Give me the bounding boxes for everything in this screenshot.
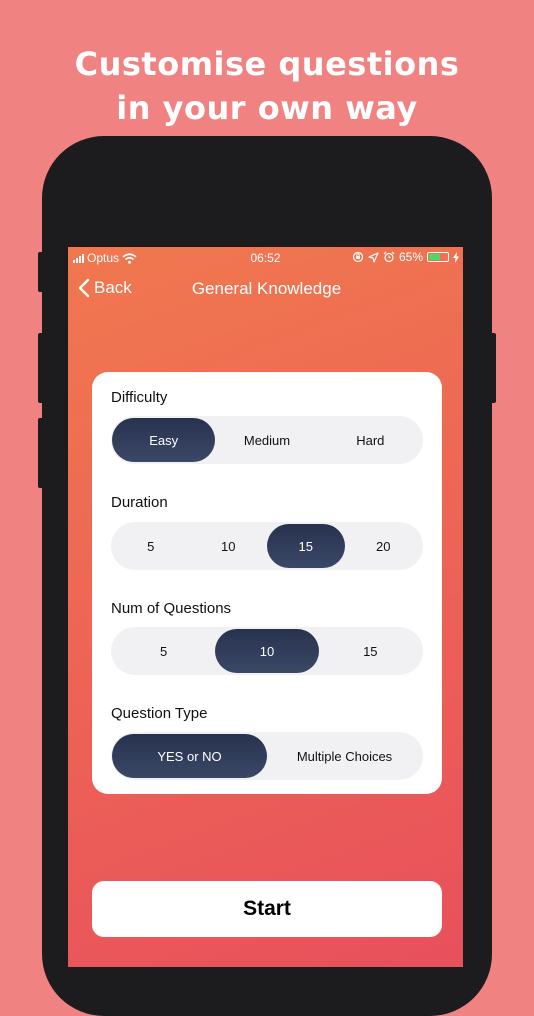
difficulty-label: Difficulty — [111, 389, 168, 406]
phone-power-button — [490, 333, 496, 403]
question-type-segmented-control: YES or NO Multiple Choices — [111, 732, 423, 780]
battery-icon — [427, 252, 449, 262]
phone-silent-switch — [38, 252, 44, 292]
duration-option-15[interactable]: 15 — [267, 524, 345, 568]
quiz-settings-card: Difficulty Easy Medium Hard Duration 5 1… — [92, 372, 442, 794]
battery-percent: 65% — [398, 250, 423, 264]
num-questions-segmented-control: 5 10 15 — [111, 627, 423, 675]
promo-headline-line1: Customise questions — [74, 45, 460, 83]
duration-option-10[interactable]: 10 — [190, 524, 268, 568]
num-questions-option-5[interactable]: 5 — [112, 629, 215, 673]
num-questions-label: Num of Questions — [111, 600, 232, 617]
status-bar: Optus 06:52 65% — [68, 247, 463, 269]
question-type-option-multiple-choices[interactable]: Multiple Choices — [267, 734, 422, 778]
question-type-label: Question Type — [111, 705, 208, 722]
question-type-option-yes-no[interactable]: YES or NO — [112, 734, 267, 778]
duration-segmented-control: 5 10 15 20 — [111, 522, 423, 570]
difficulty-option-hard[interactable]: Hard — [319, 418, 422, 462]
difficulty-option-medium[interactable]: Medium — [215, 418, 318, 462]
duration-option-5[interactable]: 5 — [112, 524, 190, 568]
status-right: 65% — [352, 250, 459, 264]
promo-headline-line2: in your own way — [116, 89, 418, 127]
alarm-clock-icon — [383, 251, 395, 263]
difficulty-segmented-control: Easy Medium Hard — [111, 416, 423, 464]
start-button[interactable]: Start — [92, 881, 442, 937]
page-title: General Knowledge — [191, 279, 342, 298]
phone-volume-down-button — [38, 418, 44, 488]
screen-rotation-lock-icon — [352, 251, 364, 263]
charging-bolt-icon — [453, 251, 459, 263]
location-arrow-icon — [368, 251, 379, 263]
duration-option-20[interactable]: 20 — [345, 524, 423, 568]
difficulty-option-easy[interactable]: Easy — [112, 418, 216, 462]
app-screen: Optus 06:52 65% Back General Knowledge D… — [68, 247, 463, 967]
battery-fill — [429, 254, 440, 260]
num-questions-option-15[interactable]: 15 — [319, 629, 422, 673]
num-questions-option-10[interactable]: 10 — [215, 629, 319, 673]
duration-label: Duration — [111, 494, 168, 511]
phone-volume-up-button — [38, 333, 44, 403]
